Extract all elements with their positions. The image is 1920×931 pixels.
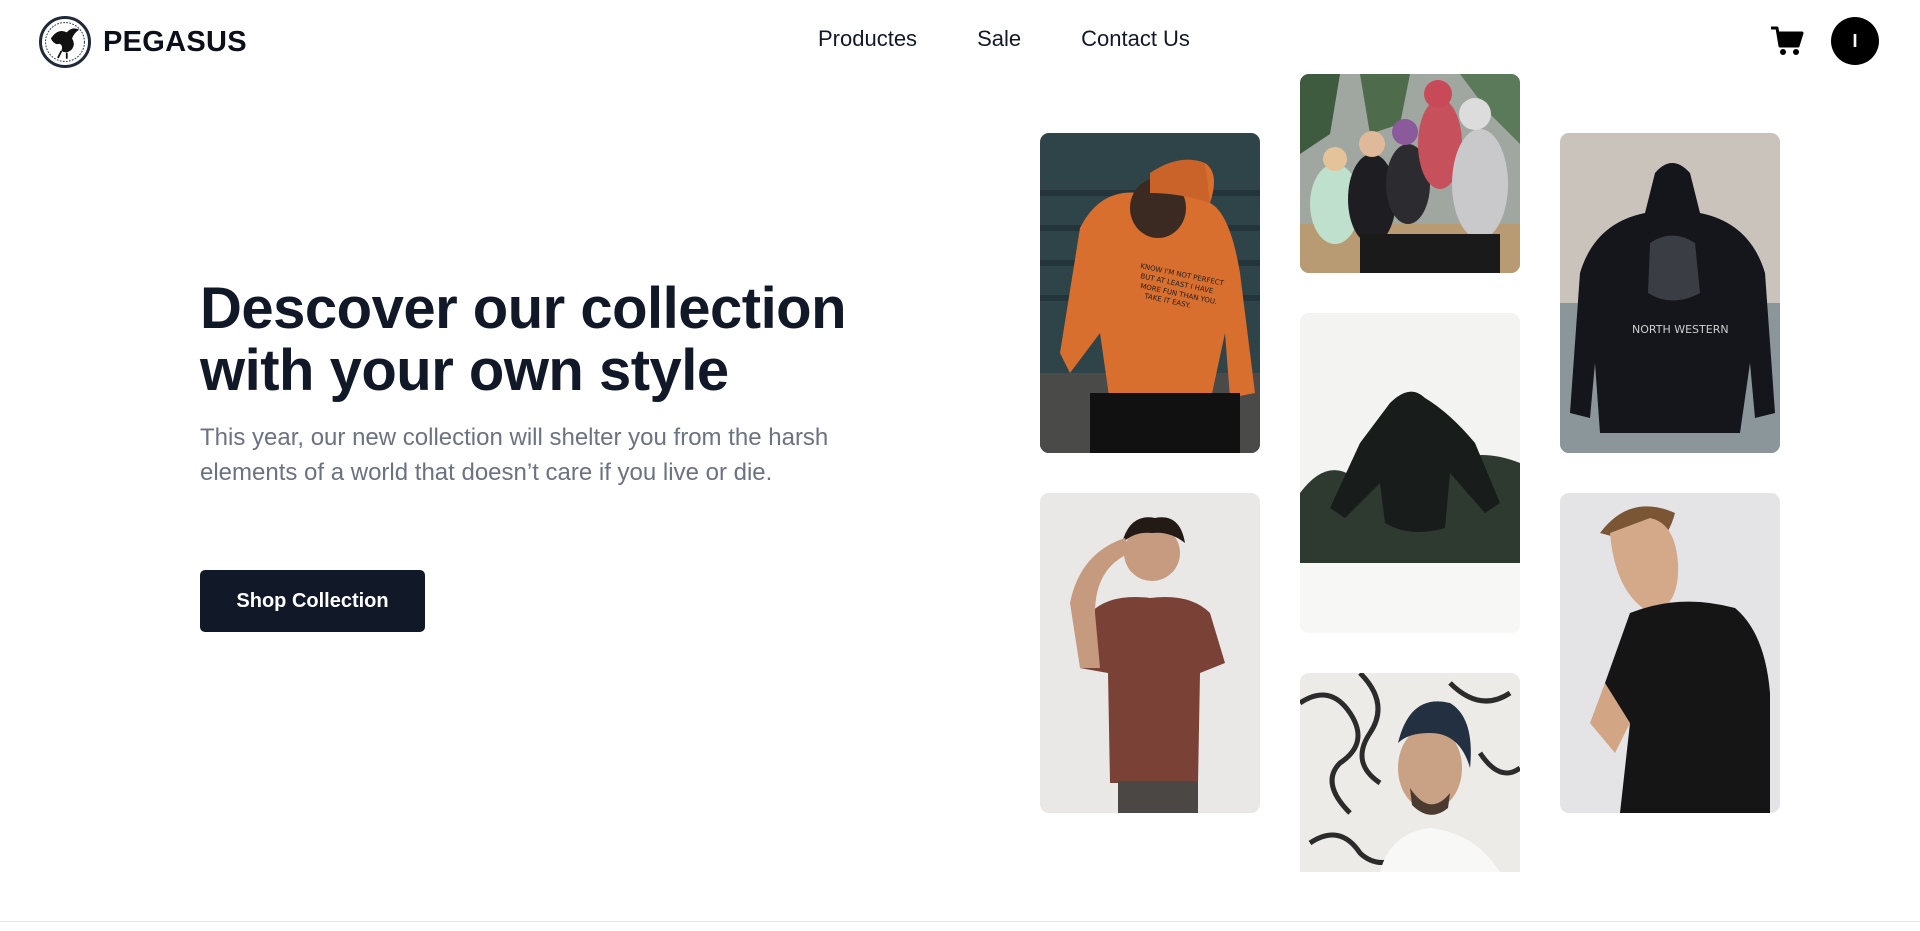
gallery-image-back-hoodie: NORTH WESTERN: [1560, 133, 1780, 453]
user-avatar[interactable]: I: [1831, 17, 1879, 65]
shop-collection-button[interactable]: Shop Collection: [200, 570, 425, 632]
nav-link-productes[interactable]: Productes: [818, 26, 917, 52]
hero-section: Descover our collection with your own st…: [200, 278, 850, 490]
avatar-initial: I: [1852, 30, 1858, 51]
svg-text:NORTH WESTERN: NORTH WESTERN: [1632, 323, 1729, 336]
gallery-image-brown-tshirt: [1040, 493, 1260, 813]
gallery-image-orange-hoodie: KNOW I'M NOT PERFECT BUT AT LEAST I HAVE…: [1040, 133, 1260, 453]
site-header: PEGASUS Productes Sale Contact Us I: [0, 0, 1920, 82]
main-nav: Productes Sale Contact Us: [818, 26, 1190, 52]
brand-name: PEGASUS: [103, 25, 247, 58]
pegasus-logo-icon: [39, 16, 91, 68]
brand[interactable]: PEGASUS: [39, 16, 247, 68]
gallery-image-flying-jacket: [1300, 313, 1520, 633]
hero-description: This year, our new collection will shelt…: [200, 424, 829, 486]
gallery-image-beanie-man: [1300, 673, 1520, 872]
shopping-cart-icon[interactable]: [1770, 25, 1804, 57]
gallery-image-group-hoodies: [1300, 74, 1520, 273]
footer-divider: [0, 921, 1920, 922]
nav-link-contact-us[interactable]: Contact Us: [1081, 26, 1190, 52]
gallery-image-black-tshirt: [1560, 493, 1780, 813]
nav-link-sale[interactable]: Sale: [977, 26, 1021, 52]
hero-headline: Descover our collection with your own st…: [200, 276, 847, 403]
